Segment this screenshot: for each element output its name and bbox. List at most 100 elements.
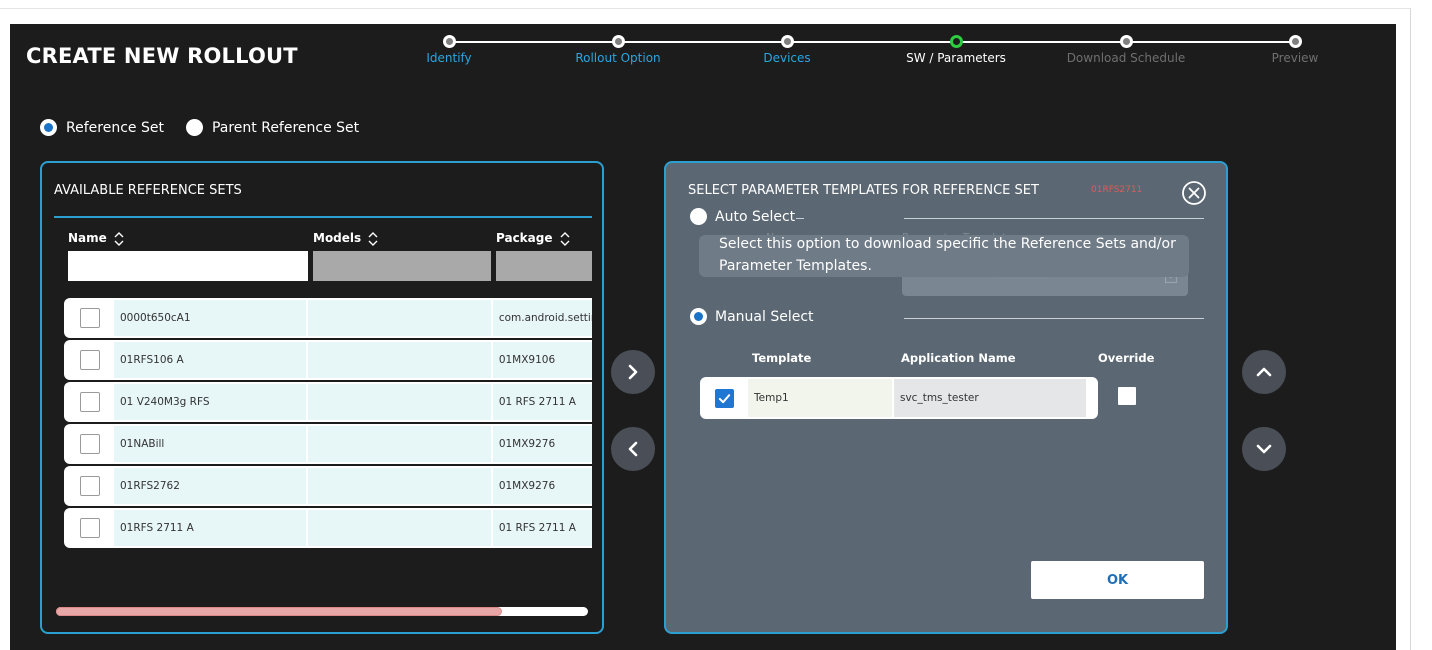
column-label: Package xyxy=(496,231,553,245)
checkmark-icon xyxy=(718,393,731,403)
sort-icon[interactable] xyxy=(368,231,378,246)
radio-label: Auto Select xyxy=(715,208,796,225)
column-label: Models xyxy=(313,231,362,245)
chevron-right-icon xyxy=(628,364,638,380)
radio-unselected-icon[interactable] xyxy=(690,208,707,225)
set-type-radio-group: Reference Set Parent Reference Set xyxy=(40,119,381,136)
step-dot xyxy=(949,35,963,48)
radio-selected-icon[interactable] xyxy=(690,308,707,325)
row-checkbox[interactable] xyxy=(80,308,100,328)
row-checkbox[interactable] xyxy=(80,434,100,454)
cell-models xyxy=(308,300,491,336)
cell-name: 01NABill xyxy=(114,426,307,462)
close-circle-icon[interactable] xyxy=(1181,180,1207,206)
models-filter-input[interactable] xyxy=(313,251,491,281)
cell-name: 01RFS 2711 A xyxy=(114,510,307,546)
radio-reference-set[interactable]: Reference Set xyxy=(40,119,164,136)
step-label: Download Schedule xyxy=(1066,51,1186,65)
cell-package: com.android.settings xyxy=(492,300,592,336)
table-row[interactable]: 0000t650cA1 com.android.settings xyxy=(64,298,592,338)
cell-models xyxy=(308,468,491,504)
cell-name: 01RFS2762 xyxy=(114,468,307,504)
cell-name: 0000t650cA1 xyxy=(114,300,307,336)
cell-name: 01RFS106 A xyxy=(114,342,307,378)
radio-label: Parent Reference Set xyxy=(211,119,360,136)
remove-from-selection-button[interactable] xyxy=(611,427,655,471)
sort-icon[interactable] xyxy=(114,231,124,246)
step-label: SW / Parameters xyxy=(906,51,1006,65)
horizontal-scrollbar[interactable] xyxy=(56,607,588,616)
radio-auto-select[interactable]: Auto Select xyxy=(690,208,795,225)
cell-models xyxy=(308,510,491,546)
step-preview[interactable]: Preview xyxy=(1220,35,1370,65)
radio-selected-icon[interactable] xyxy=(40,119,57,136)
column-header-name[interactable]: Name xyxy=(68,231,124,246)
ok-button[interactable]: OK xyxy=(1031,561,1204,599)
step-label: Devices xyxy=(763,51,811,65)
radio-label: Manual Select xyxy=(715,308,814,325)
scrollbar-thumb[interactable] xyxy=(56,607,502,616)
step-label: Rollout Option xyxy=(575,51,661,65)
step-download-schedule[interactable]: Download Schedule xyxy=(1051,35,1201,65)
cell-models xyxy=(308,342,491,378)
cell-models xyxy=(308,384,491,420)
radio-unselected-icon[interactable] xyxy=(185,119,203,136)
table-row[interactable]: 01 V240M3g RFS 01 RFS 2711 A xyxy=(64,382,592,422)
step-sw-parameters[interactable]: SW / Parameters xyxy=(881,35,1031,65)
override-checkbox[interactable] xyxy=(1118,387,1136,405)
row-checkbox[interactable] xyxy=(80,392,100,412)
step-identify[interactable]: Identify xyxy=(374,35,524,65)
step-label: Preview xyxy=(1271,51,1319,65)
panel-divider xyxy=(54,216,592,218)
radio-parent-reference-set[interactable]: Parent Reference Set xyxy=(185,119,360,136)
chevron-left-icon xyxy=(628,441,638,457)
divider xyxy=(904,218,1204,219)
template-checkbox[interactable] xyxy=(715,388,734,408)
panel-title: AVAILABLE REFERENCE SETS xyxy=(54,183,242,198)
reference-set-id: 01RFS2711 xyxy=(1091,185,1143,195)
row-checkbox[interactable] xyxy=(80,350,100,370)
auto-select-tooltip: Select this option to download specific … xyxy=(699,235,1189,277)
available-reference-sets-panel: AVAILABLE REFERENCE SETS Name Models Pac… xyxy=(40,161,604,634)
step-dot xyxy=(1288,35,1302,48)
step-dot xyxy=(1119,35,1133,48)
column-header-package[interactable]: Package xyxy=(496,231,570,246)
row-checkbox[interactable] xyxy=(80,518,100,538)
table-row[interactable]: 01RFS2762 01MX9276 xyxy=(64,466,592,506)
cell-package: 01MX9106 xyxy=(492,342,592,378)
move-down-button[interactable] xyxy=(1242,427,1286,471)
row-checkbox[interactable] xyxy=(80,476,100,496)
radio-manual-select[interactable]: Manual Select xyxy=(690,308,814,325)
name-filter-input[interactable] xyxy=(68,251,308,281)
move-up-button[interactable] xyxy=(1242,350,1286,394)
step-rollout-option[interactable]: Rollout Option xyxy=(543,35,693,65)
top-border xyxy=(0,8,1432,9)
add-to-selection-button[interactable] xyxy=(611,350,655,394)
table-row[interactable]: 01RFS 2711 A 01 RFS 2711 A xyxy=(64,508,592,548)
cell-name: 01 V240M3g RFS xyxy=(114,384,307,420)
column-header-application: Application Name xyxy=(901,351,1016,365)
divider xyxy=(796,218,804,219)
tooltip-text: Select this option to download specific … xyxy=(719,236,1176,274)
step-dot xyxy=(611,35,625,48)
step-label: Identify xyxy=(426,51,472,65)
dialog-title: SELECT PARAMETER TEMPLATES FOR REFERENCE… xyxy=(688,183,1039,198)
table-row[interactable]: 01RFS106 A 01MX9106 xyxy=(64,340,592,380)
rollout-wizard: CREATE NEW ROLLOUT Identify Rollout Opti… xyxy=(10,24,1396,650)
sort-icon[interactable] xyxy=(560,231,570,246)
chevron-up-icon xyxy=(1256,367,1272,377)
package-filter-input[interactable] xyxy=(496,251,592,281)
column-header-template: Template xyxy=(752,351,812,365)
cell-models xyxy=(308,426,491,462)
cell-application: svc_tms_tester xyxy=(894,379,1086,417)
step-devices[interactable]: Devices xyxy=(712,35,862,65)
column-header-models[interactable]: Models xyxy=(313,231,378,246)
cell-package: 01MX9276 xyxy=(492,468,592,504)
radio-label: Reference Set xyxy=(66,119,164,136)
cell-package: 01 RFS 2711 A xyxy=(492,384,592,420)
reference-sets-list: 0000t650cA1 com.android.settings 01RFS10… xyxy=(64,298,592,550)
table-row[interactable]: 01NABill 01MX9276 xyxy=(64,424,592,464)
step-dot xyxy=(780,35,794,48)
step-dot xyxy=(442,35,456,48)
template-row[interactable]: Temp1 svc_tms_tester xyxy=(700,377,1098,419)
